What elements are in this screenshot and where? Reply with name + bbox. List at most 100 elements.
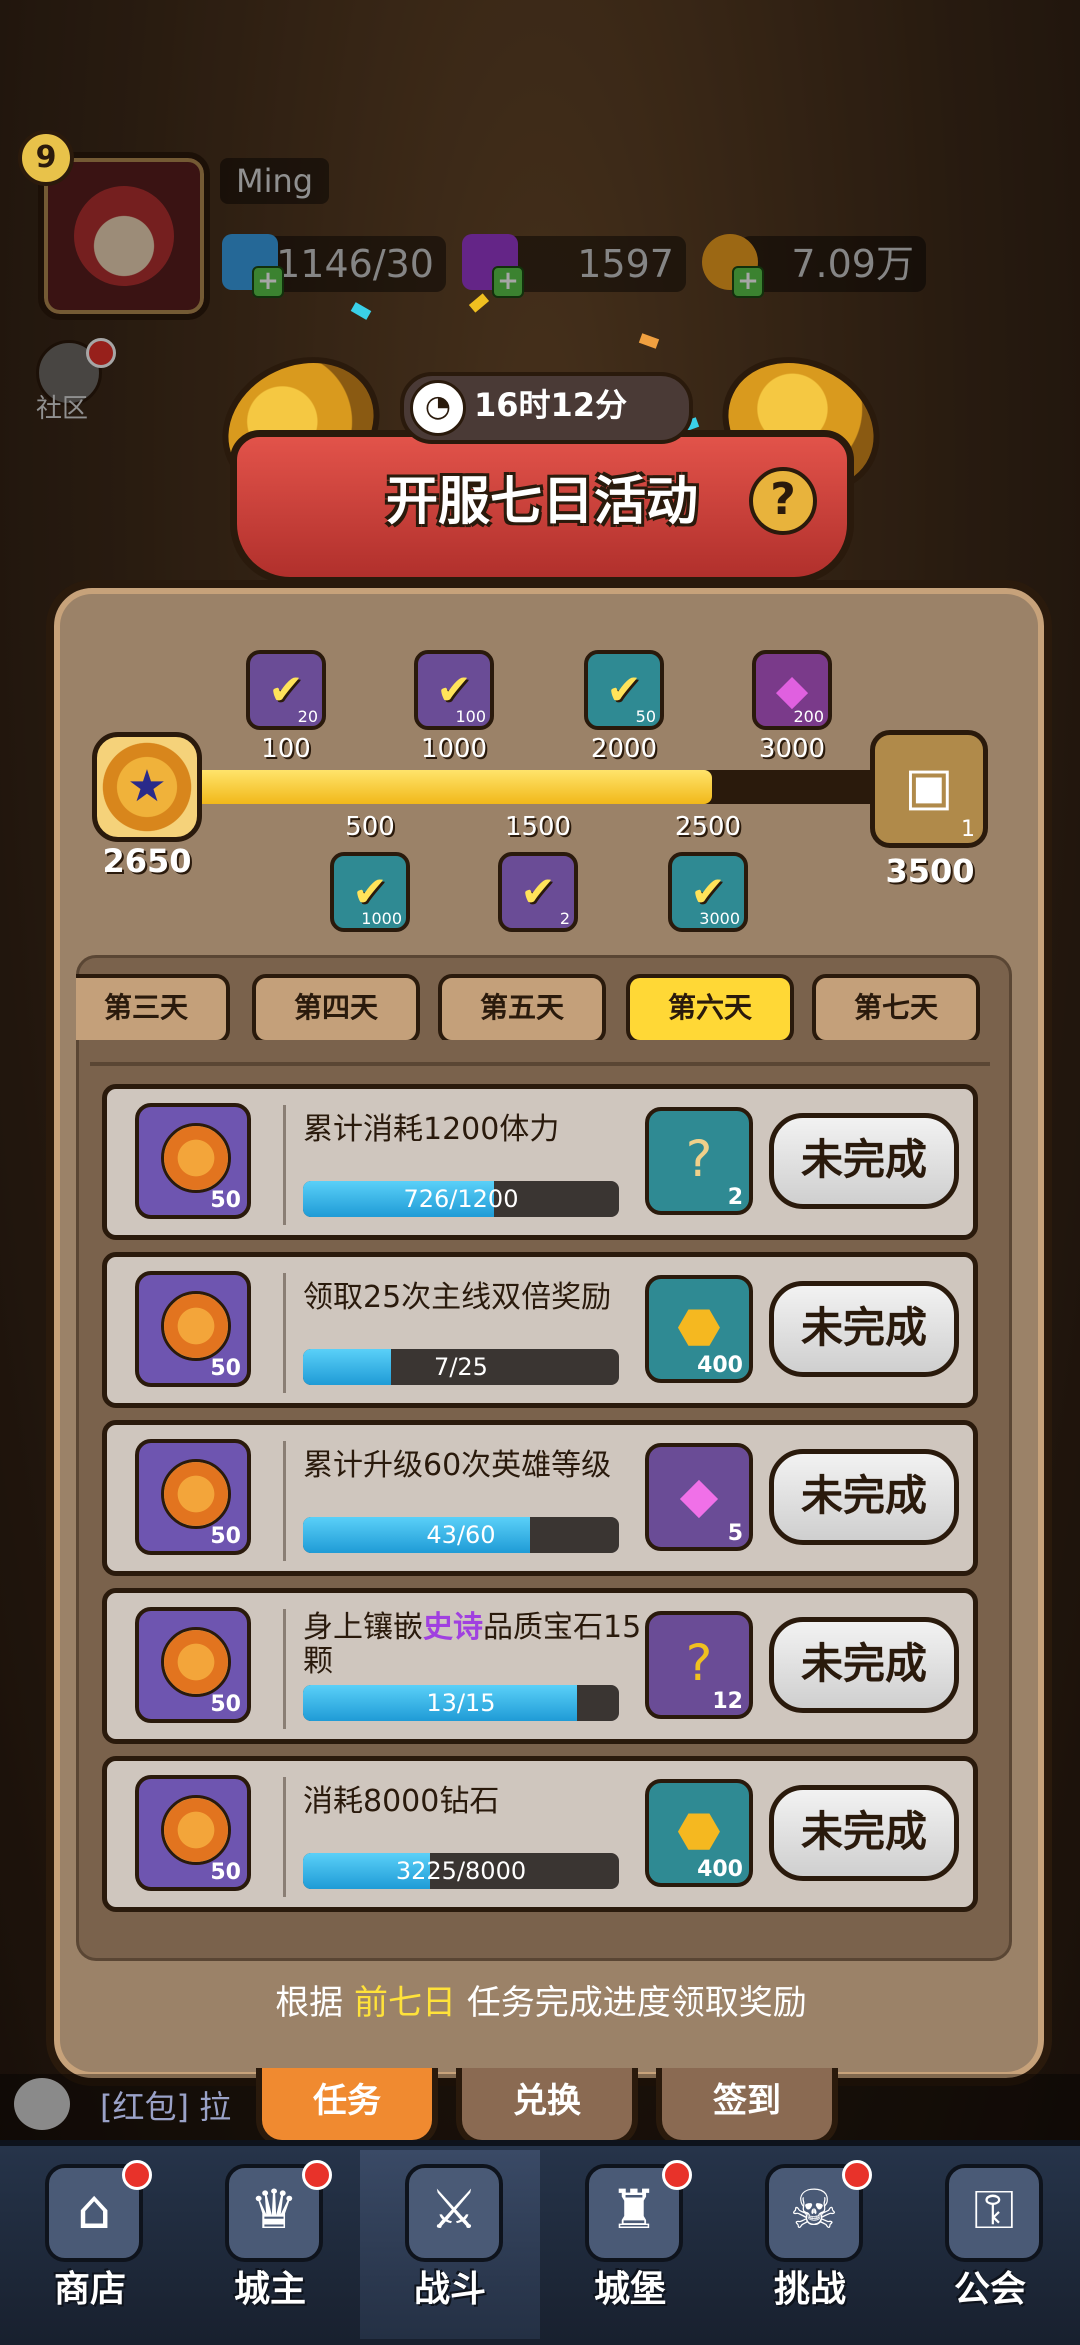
nav-lord[interactable]: ♛ 城主 [180,2150,360,2339]
chat-bubble-icon[interactable] [14,2078,70,2130]
coin-icon[interactable]: ⬣ 400 [645,1779,753,1887]
treasure-chest-icon[interactable]: ▣ 1 [870,730,988,848]
task-title: 消耗8000钻石 [303,1784,500,1819]
task-points-icon: 50 [135,1103,251,1219]
nav-label: 商店 [53,2269,126,2310]
subtab-exchange[interactable]: 兑换 [456,2068,638,2146]
notification-dot [302,2160,332,2190]
task-status-button[interactable]: 未完成 [769,1617,959,1713]
chat-preview-text[interactable]: [红包] 拉 [100,2082,231,2128]
task-title: 累计升级60次英雄等级 [303,1448,612,1483]
milestone-threshold: 2500 [674,812,742,842]
puzzle-icon[interactable]: ? 12 [645,1611,753,1719]
task-progress-text: 3225/8000 [395,1857,527,1885]
gem-icon[interactable]: ◆ 5 [645,1443,753,1551]
tab-day-3[interactable]: 第三天 [76,974,230,1040]
milestone-threshold: 1500 [504,812,572,842]
tab-day-6[interactable]: 第六天 [626,974,794,1040]
task-title: 累计消耗1200体力 [303,1112,560,1147]
nav-castle[interactable]: ♜ 城堡 [540,2150,720,2339]
medal-icon [161,1795,231,1865]
task-status-button[interactable]: 未完成 [769,1449,959,1545]
separator [283,1777,286,1897]
task-points-icon: 50 [135,1607,251,1723]
nav-label: 战斗 [413,2269,486,2310]
notification-dot [122,2160,152,2190]
task-progress-bar: 726/1200 [303,1181,619,1217]
nav-label: 挑战 [773,2269,846,2310]
player-level-badge: 9 [18,130,74,186]
notification-dot [662,2160,692,2190]
task-progress-bar: 7/25 [303,1349,619,1385]
task-row: 50 领取25次主线双倍奖励 7/25 ⬣ 400 未完成 [102,1252,978,1408]
tab-day-5[interactable]: 第五天 [438,974,606,1040]
medal-icon [161,1627,231,1697]
task-title: 身上镶嵌史诗品质宝石15颗 [303,1610,642,1679]
milestone-reward-icon[interactable]: ✔ 50 [584,650,664,730]
event-title-ribbon: 开服七日活动 ? [230,430,854,584]
separator [283,1441,286,1561]
nav-label: 城堡 [593,2269,666,2310]
milestone-reward-icon[interactable]: ✔ 3000 [668,852,748,932]
day-tabs: 第三天 第四天 第五天 第六天 第七天 [76,970,1006,1040]
task-status-button[interactable]: 未完成 [769,1113,959,1209]
task-title: 领取25次主线双倍奖励 [303,1280,612,1315]
nav-battle[interactable]: ⚔ 战斗 [360,2150,540,2339]
task-progress-text: 7/25 [434,1353,488,1381]
milestone-reward-icon[interactable]: ✔ 20 [246,650,326,730]
milestone-threshold: 1000 [420,734,488,764]
task-row: 50 消耗8000钻石 3225/8000 ⬣ 400 未完成 [102,1756,978,1912]
progress-fill [190,770,713,804]
milestone-threshold: 3000 [758,734,826,764]
task-row: 50 累计升级60次英雄等级 43/60 ◆ 5 未完成 [102,1420,978,1576]
coin-icon[interactable]: ⬣ 400 [645,1275,753,1383]
divider [90,1062,990,1066]
nav-challenge[interactable]: ☠ 挑战 [720,2150,900,2339]
task-row: 50 身上镶嵌史诗品质宝石15颗 13/15 ? 12 未完成 [102,1588,978,1744]
help-icon[interactable]: ? [749,467,817,535]
timer-text: 16时12分 [474,386,628,424]
subtab-tasks[interactable]: 任务 [256,2068,438,2146]
milestone-threshold: 100 [261,734,311,764]
nav-shop[interactable]: ⌂ 商店 [0,2150,180,2339]
medal-icon [161,1123,231,1193]
event-footer-note: 根据 前七日 任务完成进度领取奖励 [275,1983,807,2023]
tab-day-4[interactable]: 第四天 [252,974,420,1040]
task-progress-text: 13/15 [426,1689,496,1717]
task-points-icon: 50 [135,1775,251,1891]
task-progress-bar: 3225/8000 [303,1853,619,1889]
subtab-checkin[interactable]: 签到 [656,2068,838,2146]
task-points-icon: 50 [135,1439,251,1555]
event-timer: ◔ 16时12分 [400,372,693,444]
task-points-icon: 50 [135,1271,251,1387]
milestone-reward-icon[interactable]: ✔ 100 [414,650,494,730]
task-progress-bar: 43/60 [303,1517,619,1553]
chest-count: 1 [961,817,975,842]
current-points: 2650 [102,842,192,880]
milestone-threshold: 500 [345,812,395,842]
separator [283,1273,286,1393]
task-progress-text: 43/60 [426,1521,496,1549]
milestone-reward-icon[interactable]: ✔ 1000 [330,852,410,932]
lock-icon: ⚿ [945,2164,1043,2262]
chest-glyph: ▣ [904,757,954,817]
max-points: 3500 [885,852,975,890]
task-row: 50 累计消耗1200体力 726/1200 ? 2 未完成 [102,1084,978,1240]
swords-icon: ⚔ [405,2164,503,2262]
task-progress-text: 726/1200 [403,1185,519,1213]
separator [283,1105,286,1225]
task-status-button[interactable]: 未完成 [769,1281,959,1377]
milestone-threshold: 2000 [590,734,658,764]
milestone-reward-icon[interactable]: ◆ 200 [752,650,832,730]
nav-guild[interactable]: ⚿ 公会 [900,2150,1080,2339]
clock-icon: ◔ [410,380,466,436]
scroll-icon[interactable]: ? 2 [645,1107,753,1215]
tab-day-7[interactable]: 第七天 [812,974,980,1040]
separator [283,1609,286,1729]
task-status-button[interactable]: 未完成 [769,1785,959,1881]
notification-dot [842,2160,872,2190]
milestone-reward-icon[interactable]: ✔ 2 [498,852,578,932]
medal-icon [161,1291,231,1361]
nav-label: 公会 [953,2269,1026,2310]
medal-icon: ★ [92,732,202,842]
